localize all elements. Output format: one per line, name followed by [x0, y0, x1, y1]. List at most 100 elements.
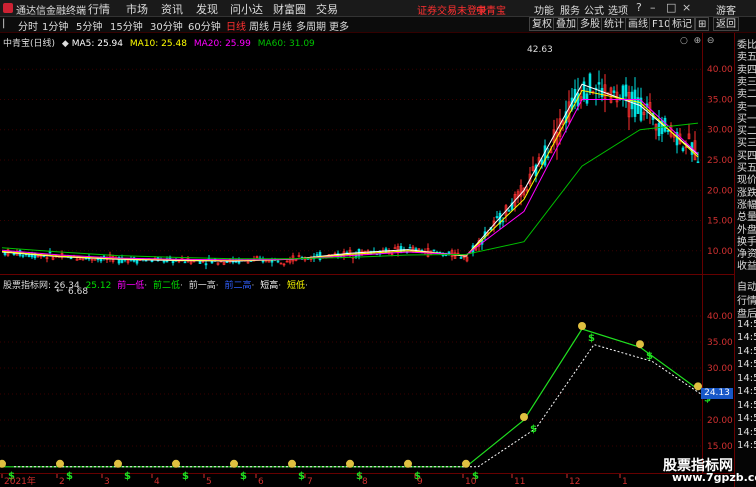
- indicator-tick-label: 20.00: [707, 416, 733, 426]
- ma-line-ma10: [1, 89, 699, 262]
- indicator-tick-label: 30.00: [707, 364, 733, 374]
- candle-body: [507, 210, 511, 212]
- candle-body: [666, 130, 670, 133]
- indicator-v2: 25.12: [85, 281, 112, 291]
- ma60-value: MA60: 31.09: [257, 39, 315, 49]
- money-bag-icon: [578, 322, 586, 330]
- candle-body: [501, 220, 505, 223]
- ma-line-ma5: [1, 83, 699, 262]
- date-tick-label: 7: [307, 477, 313, 487]
- indicator-lines: $$$$$$$$$$$$$: [0, 322, 711, 482]
- ma-line-ma60: [1, 122, 699, 260]
- price-tick-label: 25.00: [707, 156, 733, 166]
- dollar-sign-icon: $: [240, 471, 247, 482]
- money-bag-icon: [114, 459, 122, 468]
- money-bag-icon: [404, 459, 412, 468]
- candle-body: [681, 147, 685, 151]
- tick-time-label: 14:5: [737, 386, 756, 397]
- date-tick-label: 5: [206, 477, 212, 487]
- candle-body: [276, 260, 280, 263]
- low-arrow-icon: ←: [56, 286, 64, 296]
- candle-body: [99, 258, 103, 262]
- date-tick-label: 1: [622, 477, 628, 487]
- indicator-line-main: [2, 328, 699, 468]
- tick-time-label: 14:5: [737, 413, 756, 424]
- main-header: 中青宝(日线) ◆ MA5: 25.94 MA10: 25.48 MA20: 2…: [3, 36, 315, 49]
- watermark-url: www.7gpzb.com: [672, 471, 756, 484]
- money-bag-icon: [346, 459, 354, 468]
- date-tick-label: 9: [417, 477, 423, 487]
- candle-body: [585, 93, 589, 104]
- candle-body: [93, 259, 97, 261]
- money-bag-icon: [288, 459, 296, 468]
- candles: [3, 70, 700, 270]
- candle-body: [48, 251, 52, 254]
- tick-time-label: 14:5: [737, 372, 756, 384]
- date-tick-label: 4: [154, 477, 160, 487]
- price-tick-label: 10.00: [707, 247, 733, 257]
- indicator-short-low: 短低: [286, 281, 305, 291]
- candle-body: [597, 82, 601, 85]
- dollar-sign-icon: $: [124, 471, 131, 482]
- candle-body: [600, 88, 604, 98]
- price-tick-label: 15.00: [707, 217, 733, 227]
- money-bag-icon: [172, 459, 180, 468]
- indicator-prev-high1: 前一高: [188, 281, 216, 291]
- candle-body: [657, 122, 661, 137]
- dollar-sign-icon: $: [646, 351, 653, 362]
- date-tick-label: 3: [104, 477, 110, 487]
- stock-period-title: 中青宝(日线): [3, 39, 56, 49]
- money-bag-icon: [56, 459, 64, 468]
- candle-body: [150, 260, 154, 262]
- dollar-sign-icon: $: [298, 471, 305, 482]
- indicator-prev-high2: 前二高: [224, 281, 252, 291]
- tick-time-label: 14:5: [737, 399, 756, 411]
- candle-body: [204, 263, 208, 266]
- price-tick-label: 40.00: [707, 65, 733, 75]
- dollar-sign-icon: $: [530, 424, 537, 435]
- date-tick-label: 8: [362, 477, 368, 487]
- low-price-label: 6.68: [68, 287, 89, 297]
- price-tick-label: 20.00: [707, 186, 733, 196]
- candle-body: [198, 260, 202, 264]
- ma-legend-icon: ◆: [61, 39, 69, 49]
- price-tick-label: 35.00: [707, 95, 733, 105]
- candle-body: [588, 73, 592, 94]
- money-bag-icon: [462, 459, 470, 468]
- candle-body: [624, 84, 628, 97]
- chart-canvas[interactable]: $$$$$$$$$$$$$ 40.0035.0030.0025.0020.001…: [0, 0, 756, 487]
- indicator-name[interactable]: 股票指标网: [3, 281, 48, 291]
- candle-body: [27, 254, 31, 257]
- tick-time-label: 14:5: [737, 359, 756, 370]
- date-tick-label: 2: [59, 477, 65, 487]
- candle-body: [162, 260, 166, 263]
- candle-body: [21, 255, 25, 257]
- dollar-sign-icon: $: [66, 471, 73, 482]
- ma-line-ma20: [1, 99, 699, 261]
- tick-time-label: 14:5: [737, 332, 756, 343]
- indicator-prev-low1: 前一低: [117, 281, 145, 291]
- tick-time-label: 14:5: [737, 426, 756, 438]
- indicator-tick-label: 35.00: [707, 338, 733, 348]
- ma20-value: MA20: 25.99: [193, 39, 251, 49]
- candle-body: [495, 216, 499, 218]
- money-bag-icon: [636, 340, 644, 349]
- candle-body: [612, 90, 616, 93]
- candle-body: [183, 261, 187, 264]
- date-tick-label: 11: [514, 477, 525, 487]
- price-tick-label: 30.00: [707, 126, 733, 136]
- indicator-tick-label: 40.00: [707, 312, 733, 322]
- axes: 40.00 35.00 30.00 25.00 20.00 15.00 10.00 40.00…: [1, 65, 733, 487]
- candle-body: [315, 254, 319, 256]
- indicator-current-value: 24.13: [701, 388, 733, 399]
- date-tick-label: 10: [465, 477, 477, 487]
- money-bag-icon: [230, 459, 238, 468]
- tick-time-label: 14:5: [737, 440, 756, 451]
- chart-controls[interactable]: ○ ⊕ ⊖: [680, 36, 714, 46]
- tick-time-label: 14:5: [737, 318, 756, 330]
- indicator-tick-label: 15.00: [707, 442, 733, 452]
- date-tick-label: 12: [569, 477, 580, 487]
- indicator-short-high: 短高: [260, 281, 279, 291]
- candle-body: [543, 145, 547, 166]
- candle-body: [546, 156, 550, 159]
